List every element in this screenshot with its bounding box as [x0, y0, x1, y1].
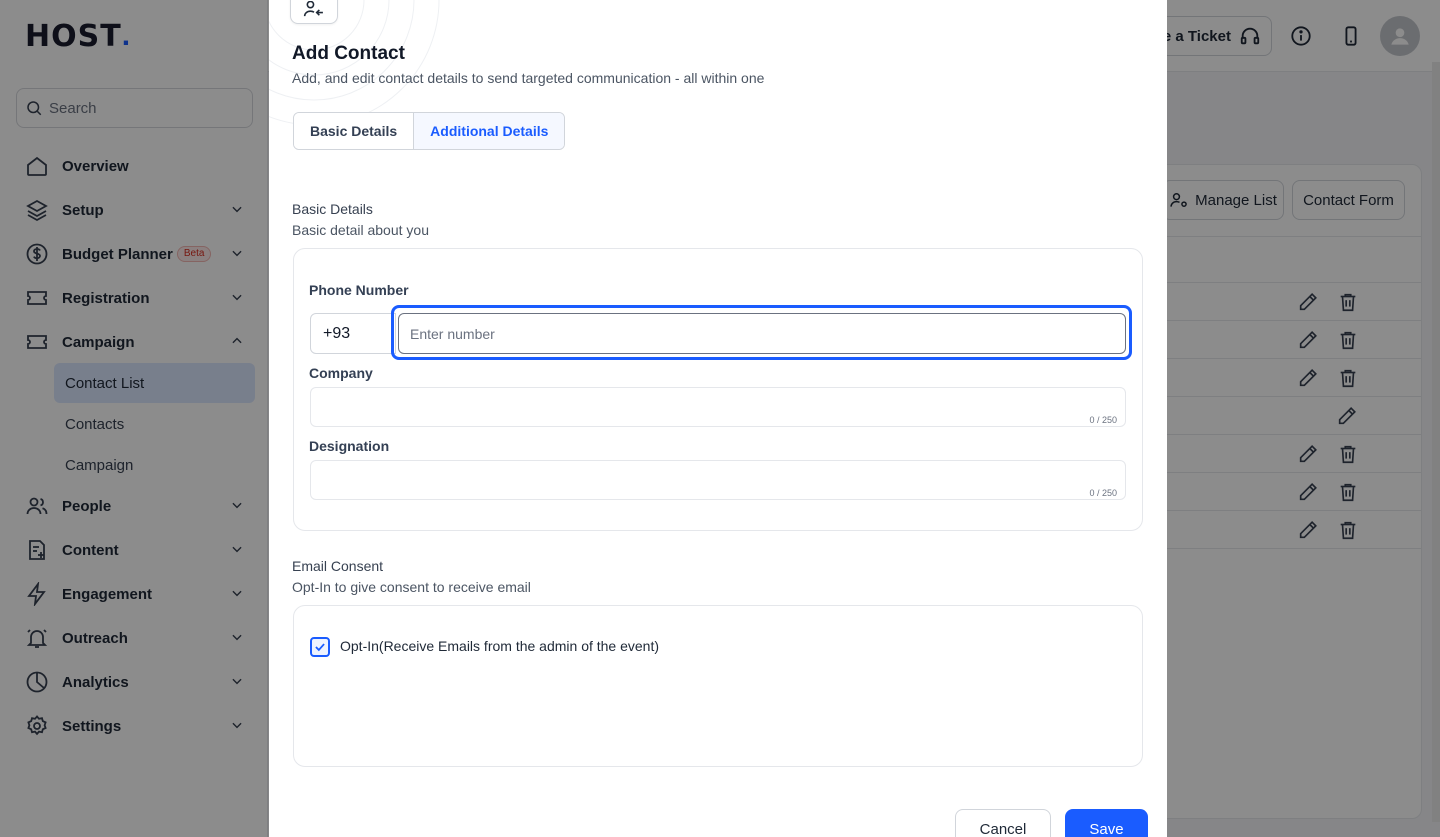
company-counter: 0 / 250 — [1089, 415, 1117, 425]
phone-input[interactable] — [398, 313, 1126, 354]
designation-input[interactable]: 0 / 250 — [310, 460, 1126, 500]
designation-counter: 0 / 250 — [1089, 488, 1117, 498]
add-contact-modal: Add Contact Add, and edit contact detail… — [269, 0, 1167, 837]
company-label: Company — [309, 365, 373, 381]
country-code-select[interactable]: +93 — [310, 313, 396, 354]
email-consent-card — [293, 605, 1143, 767]
tab-basic-details[interactable]: Basic Details — [294, 113, 414, 149]
section-desc-email-consent: Opt-In to give consent to receive email — [292, 579, 531, 595]
section-title-basic-details: Basic Details — [292, 201, 373, 217]
opt-in-label[interactable]: Opt-In(Receive Emails from the admin of … — [340, 638, 659, 654]
add-user-badge — [290, 0, 338, 24]
modal-title: Add Contact — [292, 43, 405, 64]
save-button[interactable]: Save — [1065, 809, 1148, 837]
section-title-email-consent: Email Consent — [292, 558, 384, 574]
designation-label: Designation — [309, 438, 390, 454]
tab-group: Basic Details Additional Details — [293, 112, 566, 150]
check-icon — [315, 643, 325, 652]
tab-additional-details[interactable]: Additional Details — [413, 113, 565, 149]
company-input[interactable]: 0 / 250 — [310, 387, 1126, 427]
modal-subtitle: Add, and edit contact details to send ta… — [292, 70, 765, 86]
phone-label: Phone Number — [309, 282, 409, 298]
cancel-button[interactable]: Cancel — [955, 809, 1051, 837]
user-add-icon — [303, 1, 323, 17]
section-desc-basic-details: Basic detail about you — [292, 222, 429, 238]
opt-in-checkbox[interactable] — [310, 637, 330, 657]
